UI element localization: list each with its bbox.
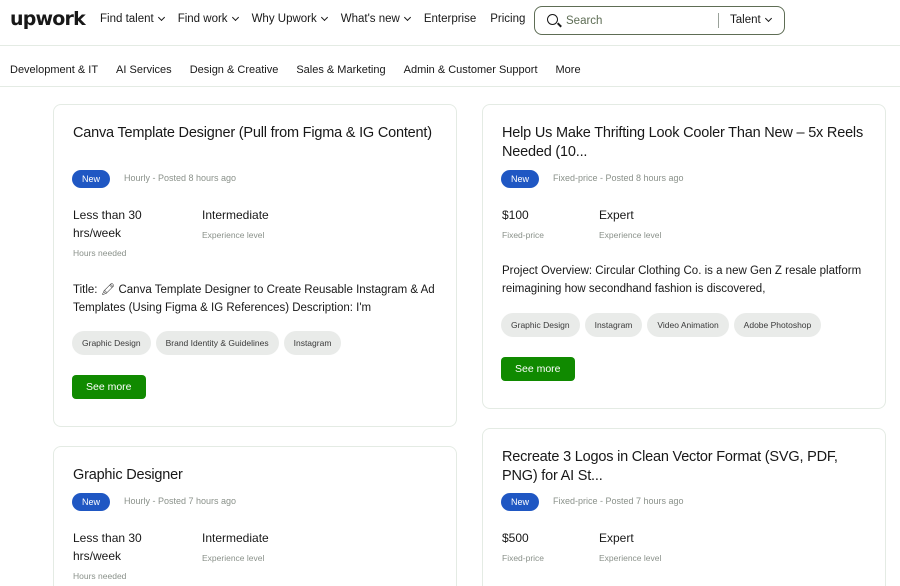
new-badge: New — [501, 170, 540, 188]
experience-value: Intermediate — [202, 208, 269, 222]
upwork-logo[interactable]: upwork — [10, 8, 86, 30]
job-title[interactable]: Recreate 3 Logos in Clean Vector Format … — [502, 448, 867, 486]
nav-why-upwork[interactable]: Why Upwork — [252, 13, 328, 25]
skill-list: Graphic Design Instagram Video Animation… — [501, 313, 826, 337]
nav-find-talent[interactable]: Find talent — [100, 13, 165, 25]
top-navigation: upwork Find talent Find work Why Upwork … — [0, 0, 900, 42]
category-divider — [0, 86, 900, 87]
job-card[interactable]: Canva Template Designer (Pull from Figma… — [53, 104, 457, 427]
see-more-button[interactable]: See more — [501, 357, 575, 381]
job-meta: Hourly - Posted 7 hours ago — [124, 496, 237, 506]
job-meta: Fixed-price - Posted 8 hours ago — [553, 173, 684, 183]
skill-list: Graphic Design Brand Identity & Guidelin… — [72, 331, 346, 355]
chevron-down-icon — [403, 13, 411, 22]
category-admin-support[interactable]: Admin & Customer Support — [404, 64, 538, 76]
nav-pricing[interactable]: Pricing — [490, 13, 525, 25]
job-title[interactable]: Help Us Make Thrifting Look Cooler Than … — [502, 124, 867, 162]
experience-value: Intermediate — [202, 531, 269, 545]
experience-label: Experience level — [599, 553, 662, 563]
job-meta: Hourly - Posted 8 hours ago — [124, 173, 237, 183]
chevron-down-icon — [320, 13, 328, 22]
skill-tag[interactable]: Graphic Design — [72, 331, 151, 355]
nav-whats-new[interactable]: What's new — [341, 13, 411, 25]
experience-label: Experience level — [202, 553, 265, 563]
skill-tag[interactable]: Video Animation — [647, 313, 729, 337]
category-nav: Development & IT AI Services Design & Cr… — [10, 64, 599, 76]
experience-value: Expert — [599, 208, 634, 222]
job-title[interactable]: Canva Template Designer (Pull from Figma… — [73, 124, 433, 143]
header-divider — [0, 45, 900, 46]
hours-label: Hours needed — [73, 571, 127, 581]
price-value: $500 — [502, 531, 529, 545]
experience-label: Experience level — [202, 230, 265, 240]
skill-tag[interactable]: Graphic Design — [501, 313, 580, 337]
experience-value: Expert — [599, 531, 634, 545]
job-card[interactable]: Graphic Designer New Hourly - Posted 7 h… — [53, 446, 457, 586]
hours-label: Hours needed — [73, 248, 127, 258]
job-meta: Fixed-price - Posted 7 hours ago — [553, 496, 684, 506]
skill-tag[interactable]: Brand Identity & Guidelines — [155, 331, 279, 355]
job-card[interactable]: Recreate 3 Logos in Clean Vector Format … — [482, 428, 886, 586]
search-bar: Talent — [534, 6, 785, 35]
chevron-down-icon — [157, 13, 165, 22]
category-sales-marketing[interactable]: Sales & Marketing — [296, 64, 385, 76]
category-ai-services[interactable]: AI Services — [116, 64, 172, 76]
main-nav: Find talent Find work Why Upwork What's … — [100, 13, 539, 25]
hours-value: Less than 30 hrs/week — [73, 531, 142, 563]
skill-tag[interactable]: Adobe Photoshop — [733, 313, 822, 337]
price-label: Fixed-price — [502, 553, 545, 563]
search-icon[interactable] — [547, 14, 558, 25]
chevron-down-icon — [231, 13, 239, 22]
nav-enterprise[interactable]: Enterprise — [424, 13, 476, 25]
search-scope-dropdown[interactable]: Talent — [730, 14, 772, 26]
chevron-down-icon — [764, 14, 772, 23]
new-badge: New — [501, 493, 540, 511]
category-more[interactable]: More — [556, 64, 581, 76]
job-title[interactable]: Graphic Designer — [73, 466, 433, 485]
price-value: $100 — [502, 208, 529, 222]
new-badge: New — [72, 170, 111, 188]
job-card[interactable]: Help Us Make Thrifting Look Cooler Than … — [482, 104, 886, 409]
search-input[interactable] — [566, 12, 736, 30]
price-label: Fixed-price — [502, 230, 545, 240]
category-design-creative[interactable]: Design & Creative — [190, 64, 279, 76]
experience-label: Experience level — [599, 230, 662, 240]
see-more-button[interactable]: See more — [72, 375, 146, 399]
job-description: Project Overview: Circular Clothing Co. … — [502, 265, 862, 295]
nav-find-work[interactable]: Find work — [178, 13, 239, 25]
search-divider — [718, 13, 719, 28]
skill-tag[interactable]: Instagram — [584, 313, 643, 337]
job-description: Title: 🖍 Canva Template Designer to Crea… — [73, 284, 435, 314]
skill-tag[interactable]: Instagram — [283, 331, 342, 355]
new-badge: New — [72, 493, 111, 511]
hours-value: Less than 30 hrs/week — [73, 208, 142, 240]
category-development-it[interactable]: Development & IT — [10, 64, 98, 76]
